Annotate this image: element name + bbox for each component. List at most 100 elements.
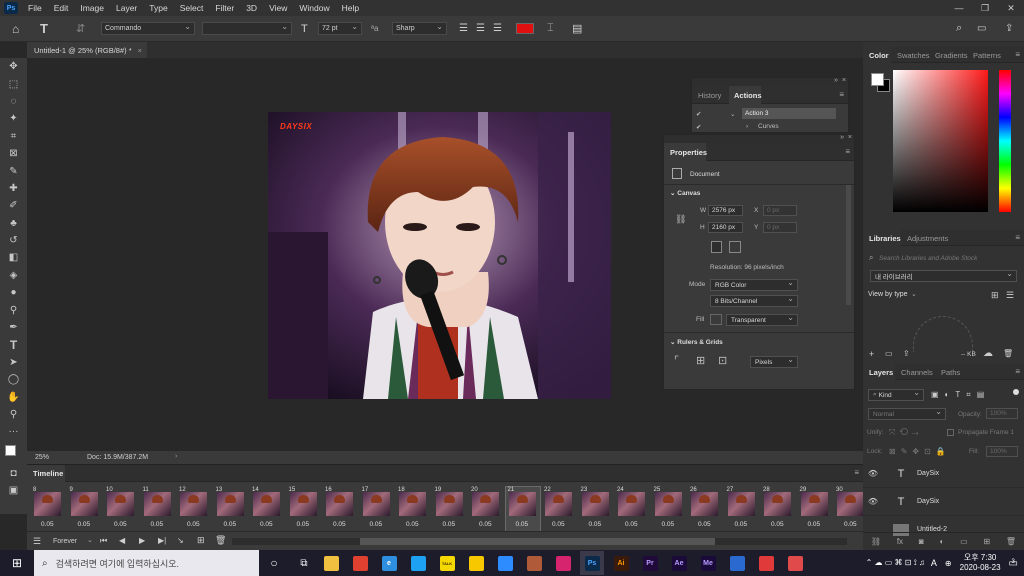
hand-tool-icon[interactable]: ✋: [0, 388, 27, 405]
check-icon[interactable]: ✔: [696, 110, 701, 118]
language-icon[interactable]: ⊕: [945, 559, 952, 568]
marquee-tool-icon[interactable]: ⬚: [0, 75, 27, 92]
tab-gradients[interactable]: Gradients: [935, 51, 968, 60]
taskbar-app-zoom[interactable]: [493, 551, 517, 575]
toggle-orientation-icon[interactable]: ⇵: [76, 20, 85, 37]
dodge-tool-icon[interactable]: ⚲: [0, 301, 27, 318]
tween-icon[interactable]: ↘: [177, 536, 184, 545]
chevron-right-icon[interactable]: ›: [175, 453, 177, 460]
frame-duration[interactable]: 0.05: [370, 521, 383, 528]
canvas-image[interactable]: DAYSIX: [268, 112, 611, 399]
grid-view-icon[interactable]: ⊞: [991, 290, 999, 301]
folder-icon[interactable]: ▭: [885, 349, 893, 358]
healing-brush-icon[interactable]: ✚: [0, 180, 27, 197]
list-view-icon[interactable]: ☰: [1006, 290, 1014, 301]
taskbar-app-twitter[interactable]: [406, 551, 430, 575]
frame-duration[interactable]: 0.05: [808, 521, 821, 528]
timeline-frame[interactable]: 12 0.05: [177, 487, 211, 532]
taskbar-app-kakaotalk[interactable]: TALK: [435, 551, 459, 575]
menu-file[interactable]: File: [22, 3, 48, 13]
timeline-frame[interactable]: 11 0.05: [141, 487, 175, 532]
tab-swatches[interactable]: Swatches: [897, 51, 930, 60]
taskbar-app-sticky[interactable]: [464, 551, 488, 575]
fill-select[interactable]: Transparent: [726, 313, 798, 326]
taskbar-app-photoshop[interactable]: Ps: [580, 551, 604, 575]
clone-stamp-icon[interactable]: ♣: [0, 215, 27, 232]
visibility-eye-icon[interactable]: 👁: [863, 497, 883, 506]
timeline-frame[interactable]: 24 0.05: [615, 487, 649, 532]
close-panel-icon[interactable]: ×: [848, 134, 852, 141]
menu-image[interactable]: Image: [74, 3, 110, 13]
new-layer-icon[interactable]: ⊞: [983, 537, 990, 546]
unify-icons[interactable]: ⤧⟲⇢: [889, 428, 922, 438]
propagate-checkbox[interactable]: [947, 429, 954, 436]
timeline-frame[interactable]: 22 0.05: [542, 487, 576, 532]
link-icon[interactable]: ⛓: [675, 214, 686, 225]
timeline-scrollbar[interactable]: [232, 538, 847, 545]
zoom-tool-icon[interactable]: ⚲: [0, 406, 27, 423]
align-center-icon[interactable]: ☰: [476, 20, 485, 37]
menu-filter[interactable]: Filter: [209, 3, 240, 13]
history-brush-icon[interactable]: ↺: [0, 232, 27, 249]
timeline-frame[interactable]: 9 0.05: [68, 487, 102, 532]
shape-tool-icon[interactable]: ◯: [0, 371, 27, 388]
workspace-icon[interactable]: ▭: [977, 20, 986, 37]
pen-tool-icon[interactable]: ✒: [0, 319, 27, 336]
fx-icon[interactable]: fx: [897, 537, 903, 546]
check-icon[interactable]: ✔: [696, 123, 701, 131]
hue-slider[interactable]: [999, 70, 1011, 212]
next-frame-icon[interactable]: ▶|: [158, 536, 166, 545]
timeline-frame[interactable]: 10 0.05: [104, 487, 138, 532]
menu-3d[interactable]: 3D: [240, 3, 263, 13]
foreground-color-swatch[interactable]: [871, 73, 884, 86]
restore-icon[interactable]: ❐: [972, 3, 998, 14]
frame-duration[interactable]: 0.05: [297, 521, 310, 528]
more-tools-icon[interactable]: ···: [0, 423, 27, 440]
tab-channels[interactable]: Channels: [901, 368, 933, 377]
portrait-orientation-icon[interactable]: [711, 241, 722, 253]
taskbar-app-premiere[interactable]: Pr: [638, 551, 662, 575]
timeline-frame[interactable]: 8 0.05: [31, 487, 65, 532]
layer-name[interactable]: DaySix: [917, 498, 939, 505]
taskbar-app-illustrator[interactable]: Ai: [609, 551, 633, 575]
close-panel-icon[interactable]: ×: [842, 77, 846, 84]
menu-layer[interactable]: Layer: [110, 3, 143, 13]
share-icon[interactable]: ⇪: [1005, 20, 1013, 37]
lasso-tool-icon[interactable]: ◌: [0, 93, 27, 110]
link-layers-icon[interactable]: ⛓: [871, 537, 881, 546]
grid-icon[interactable]: ⊞: [696, 354, 705, 367]
panel-menu-icon[interactable]: ≡: [839, 90, 844, 99]
timeline-frame[interactable]: 26 0.05: [688, 487, 722, 532]
library-search-input[interactable]: Search Libraries and Adobe Stock: [879, 255, 977, 262]
mask-icon[interactable]: ◙: [919, 537, 924, 546]
quick-mask-icon[interactable]: ◘: [0, 465, 27, 482]
taskbar-app-media-encoder[interactable]: Me: [696, 551, 720, 575]
frame-duration[interactable]: 0.05: [187, 521, 200, 528]
adjustment-icon[interactable]: ◐: [939, 537, 944, 546]
timeline-frame[interactable]: 15 0.05: [287, 487, 321, 532]
tab-color[interactable]: Color: [863, 47, 891, 63]
task-view-icon[interactable]: ⧉: [289, 558, 319, 569]
guides-icon[interactable]: ⊡: [718, 354, 727, 367]
add-icon[interactable]: +: [869, 349, 874, 359]
frame-duration[interactable]: 0.05: [151, 521, 164, 528]
landscape-orientation-icon[interactable]: [729, 241, 741, 253]
rulers-icon[interactable]: ⌜: [674, 354, 679, 367]
frame-duration[interactable]: 0.05: [479, 521, 492, 528]
x-field[interactable]: 0 px: [763, 205, 797, 216]
tab-actions[interactable]: Actions: [729, 86, 762, 104]
tray-icons[interactable]: ⌃ ☁ ▭ ⌘ ⊡ ⟟ ♫: [866, 558, 925, 568]
taskbar-app-app3[interactable]: [783, 551, 807, 575]
panel-menu-icon[interactable]: ≡: [854, 468, 859, 477]
timeline-frame[interactable]: 14 0.05: [250, 487, 284, 532]
close-icon[interactable]: ✕: [998, 3, 1024, 14]
warp-text-icon[interactable]: ⌶: [547, 20, 554, 37]
clock[interactable]: 오후 7:30 2020-08-23: [960, 553, 1001, 573]
frame-duration[interactable]: 0.05: [735, 521, 748, 528]
type-tool-icon[interactable]: T: [40, 20, 48, 37]
eyedropper-icon[interactable]: ✎: [0, 162, 27, 179]
convert-icon[interactable]: ☰: [33, 536, 41, 547]
menu-type[interactable]: Type: [143, 3, 173, 13]
eraser-icon[interactable]: ◧: [0, 249, 27, 266]
timeline-frame[interactable]: 27 0.05: [725, 487, 759, 532]
